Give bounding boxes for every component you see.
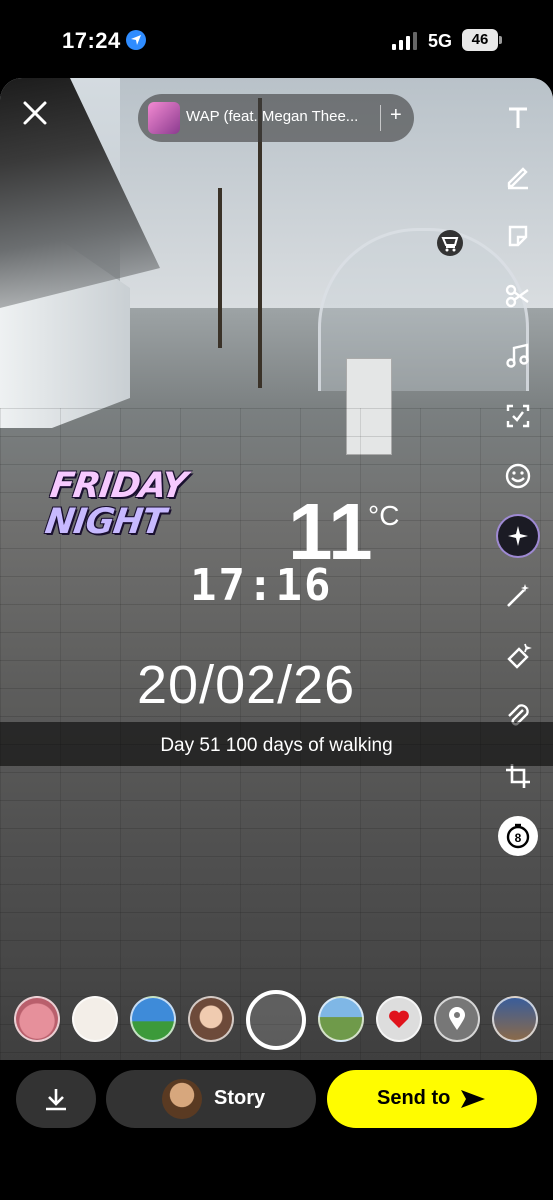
download-button[interactable]: [16, 1070, 96, 1128]
temperature-unit: °C: [368, 500, 400, 531]
smiley-icon[interactable]: [498, 456, 538, 496]
download-icon: [46, 1089, 66, 1111]
friday-line-1: FRIDAY: [47, 466, 189, 506]
face-lens[interactable]: [188, 996, 234, 1042]
signal-icon: [392, 32, 420, 50]
avatar: [162, 1079, 202, 1119]
svg-text:8: 8: [515, 831, 522, 845]
story-button[interactable]: Story: [106, 1070, 316, 1128]
eraser-icon[interactable]: [498, 636, 538, 676]
pig-lens[interactable]: [14, 996, 60, 1042]
music-sticker[interactable]: WAP (feat. Megan Thee... +: [138, 94, 414, 142]
heart-lens[interactable]: [376, 996, 422, 1042]
music-note-icon[interactable]: [498, 336, 538, 376]
status-time: 17:24: [62, 28, 121, 53]
friday-line-2: NIGHT: [42, 502, 168, 542]
magic-wand-icon[interactable]: [498, 576, 538, 616]
music-title: WAP (feat. Megan Thee...: [186, 108, 359, 125]
add-music-button[interactable]: +: [390, 104, 402, 127]
capture-button[interactable]: [246, 990, 306, 1050]
timer-icon[interactable]: 8: [498, 816, 538, 856]
scan-icon[interactable]: [498, 396, 538, 436]
caption-text[interactable]: Day 51 100 days of walking: [0, 735, 553, 757]
story-label: Story: [214, 1087, 266, 1109]
landscape-lens[interactable]: [318, 996, 364, 1042]
lens-carousel[interactable]: [0, 990, 553, 1050]
send-arrow-icon: [461, 1090, 485, 1108]
album-art: [148, 102, 180, 134]
shopping-cart-icon: [437, 230, 463, 256]
text-icon[interactable]: [498, 98, 538, 138]
scissors-icon[interactable]: [498, 276, 538, 316]
battery-tip-icon: [499, 36, 502, 44]
date-sticker[interactable]: 20/02/26: [137, 654, 355, 716]
network-type: 5G: [428, 31, 453, 51]
bottom-action-bar: Story Send to: [0, 1060, 553, 1200]
saturday-lens[interactable]: [72, 996, 118, 1042]
ai-sparkle-icon[interactable]: [498, 516, 538, 556]
music-divider: [380, 105, 381, 131]
friday-night-sticker[interactable]: FRIDAY NIGHT: [42, 466, 189, 542]
landscape-text-lens[interactable]: [492, 996, 538, 1042]
location-lens[interactable]: [434, 996, 480, 1042]
sticker-icon[interactable]: [498, 216, 538, 256]
battery-level: 46: [462, 29, 498, 51]
send-to-button[interactable]: Send to: [327, 1070, 537, 1128]
clock-sticker[interactable]: 17:16: [190, 560, 332, 611]
pencil-icon[interactable]: [498, 156, 538, 196]
status-bar: 17:24 5G 46: [0, 0, 553, 78]
send-to-label: Send to: [377, 1087, 451, 1109]
close-icon[interactable]: [22, 100, 48, 126]
beach-lens[interactable]: [130, 996, 176, 1042]
location-pin-icon: [449, 1007, 465, 1030]
location-arrow-icon: [126, 30, 146, 50]
heart-icon: [389, 1010, 409, 1028]
photo-tree: [218, 188, 222, 348]
